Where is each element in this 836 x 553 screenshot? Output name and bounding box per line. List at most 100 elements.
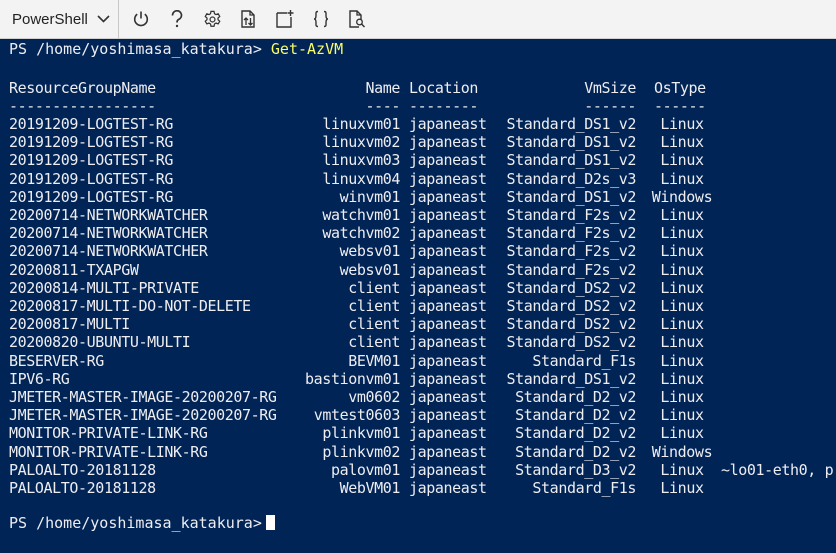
cell-os-type: Linux <box>660 133 704 152</box>
cell-name: linuxvm01 <box>322 115 400 133</box>
cell-resource-group: IPV6-RG <box>9 369 70 388</box>
web-preview-button[interactable] <box>339 0 375 39</box>
table-row: 20200817-MULTI-DO-NOT-DELETE client japane… <box>9 297 829 315</box>
cell-location: japaneast <box>409 315 487 334</box>
table-row: BESERVER-RG BEVM01 japaneast Standard_F1s Li… <box>9 352 829 370</box>
cell-resource-group: JMETER-MASTER-IMAGE-20200207-RG <box>9 406 277 425</box>
cell-name: client <box>348 333 400 352</box>
cell-location: japaneast <box>409 260 487 279</box>
cell-vm-size: Standard_D2_v2 <box>515 406 636 425</box>
table-row: MONITOR-PRIVATE-LINK-RG plinkvm01 japaneas… <box>9 424 829 442</box>
cell-vm-size: Standard_D2_v2 <box>515 442 636 461</box>
table-row: MONITOR-PRIVATE-LINK-RG plinkvm02 japaneas… <box>9 443 829 461</box>
cell-resource-group: MONITOR-PRIVATE-LINK-RG <box>9 442 208 461</box>
cell-location: japaneast <box>409 479 487 497</box>
table-row: IPV6-RG bastionvm01 japaneast Standard_DS1_… <box>9 370 829 388</box>
chevron-down-icon <box>97 15 110 23</box>
cell-location: japaneast <box>409 369 487 388</box>
table-row: 20200811-TXAPGW websv01 japaneast Standard_… <box>9 261 829 279</box>
table-row: 20200817-MULTI client japaneast Standard_DS… <box>9 315 829 333</box>
table-row: 20191209-LOGTEST-RG linuxvm03 japaneast Sta… <box>9 151 829 169</box>
cell-vm-size: Standard_DS2_v2 <box>506 278 637 297</box>
cell-location: japaneast <box>409 187 487 206</box>
cell-resource-group: 20191209-LOGTEST-RG <box>9 151 173 170</box>
cell-resource-group: 20191209-LOGTEST-RG <box>9 133 173 152</box>
cell-resource-group: 20191209-LOGTEST-RG <box>9 187 173 206</box>
cell-os-type: Linux <box>660 151 704 170</box>
cell-location: japaneast <box>409 278 487 297</box>
cell-name: websv01 <box>339 242 401 261</box>
header-os-type: OsType <box>654 79 706 97</box>
help-button[interactable] <box>159 0 195 39</box>
upload-download-button[interactable] <box>231 0 267 39</box>
settings-button[interactable] <box>195 0 231 39</box>
header-location: Location <box>409 79 479 97</box>
cell-os-type: Windows <box>651 187 713 206</box>
cell-vm-size: Standard_F1s <box>532 479 636 497</box>
cell-name: watchvm02 <box>322 224 400 243</box>
cell-vm-size: Standard_F2s_v2 <box>506 260 637 279</box>
table-row: PALOALTO-20181128 WebVM01 japaneast Standar… <box>9 479 829 497</box>
cell-location: japaneast <box>409 297 487 315</box>
cell-os-type: Linux <box>660 460 704 479</box>
cell-os-type: Windows <box>651 442 713 461</box>
cell-resource-group: 20191209-LOGTEST-RG <box>9 115 173 133</box>
dash-location: -------- <box>409 97 479 115</box>
active-prompt-text: PS /home/yoshimasa_katakura> <box>9 514 262 532</box>
dash-os-type: ------ <box>654 97 706 115</box>
cell-name: linuxvm02 <box>322 133 400 152</box>
restart-button[interactable] <box>123 0 159 39</box>
prompt-text: PS /home/yoshimasa_katakura> <box>9 40 262 58</box>
cell-name: vmtest0603 <box>313 406 401 425</box>
cell-location: japaneast <box>409 115 487 133</box>
cell-os-type: Linux <box>660 297 704 315</box>
shell-type-label: PowerShell <box>12 10 88 28</box>
header-name: Name <box>365 79 400 97</box>
power-icon <box>133 11 148 27</box>
cell-os-type: Linux <box>660 406 704 425</box>
cell-resource-group: BESERVER-RG <box>9 351 104 370</box>
cell-vm-size: Standard_F1s <box>532 351 636 370</box>
cell-vm-size: Standard_D3_v2 <box>515 460 636 479</box>
cell-resource-group: 20191209-LOGTEST-RG <box>9 169 173 188</box>
cell-vm-size: Standard_DS1_v2 <box>506 133 637 152</box>
cell-os-type: Linux <box>660 333 704 352</box>
cell-name: client <box>348 278 400 297</box>
cell-name: palovm01 <box>330 460 400 479</box>
table-row: 20191209-LOGTEST-RG linuxvm04 japaneast Sta… <box>9 170 829 188</box>
cell-os-type: Linux <box>660 278 704 297</box>
cell-os-type: Linux <box>660 315 704 334</box>
cell-vm-size: Standard_F2s_v2 <box>506 206 637 224</box>
table-row: 20191209-LOGTEST-RG winvm01 japaneast Stand… <box>9 188 829 206</box>
gear-icon <box>204 10 221 27</box>
terminal-output[interactable]: PS /home/yoshimasa_katakura> Get-AzVM Re… <box>0 39 836 553</box>
dash-vm-size: ------ <box>584 97 636 115</box>
table-row: 20200714-NETWORKWATCHER websv01 japaneast S… <box>9 242 829 260</box>
cell-resource-group: 20200814-MULTI-PRIVATE <box>9 278 199 297</box>
editor-button[interactable] <box>303 0 339 39</box>
cell-resource-group: MONITOR-PRIVATE-LINK-RG <box>9 424 208 443</box>
cell-resource-group: 20200820-UBUNTU-MULTI <box>9 333 191 352</box>
cell-vm-size: Standard_DS2_v2 <box>506 297 637 315</box>
cell-name: linuxvm04 <box>322 169 400 188</box>
cell-resource-group: 20200714-NETWORKWATCHER <box>9 224 208 243</box>
cell-os-type: Linux <box>660 369 704 388</box>
cell-os-type: Linux <box>660 242 704 261</box>
cell-vm-size: Standard_DS1_v2 <box>506 115 637 133</box>
new-session-button[interactable] <box>267 0 303 39</box>
cell-location: japaneast <box>409 351 487 370</box>
cell-name: websv01 <box>339 260 401 279</box>
shell-type-selector[interactable]: PowerShell <box>0 0 119 39</box>
cell-os-type: Linux <box>660 224 704 243</box>
cell-os-type: Linux <box>660 169 704 188</box>
table-separator-row: ----------------- ---- -------- ------ -… <box>9 97 829 115</box>
dash-name: ---- <box>365 97 400 115</box>
cell-os-type: Linux <box>660 206 704 224</box>
table-row: 20200820-UBUNTU-MULTI client japaneast Stan… <box>9 333 829 351</box>
command-text: Get-AzVM <box>270 40 344 58</box>
cell-location: japaneast <box>409 406 487 425</box>
cell-name: bastionvm01 <box>305 369 400 388</box>
cell-os-type: Linux <box>660 479 704 497</box>
new-session-icon <box>276 10 294 28</box>
cell-resource-group: PALOALTO-20181128 <box>9 479 156 497</box>
